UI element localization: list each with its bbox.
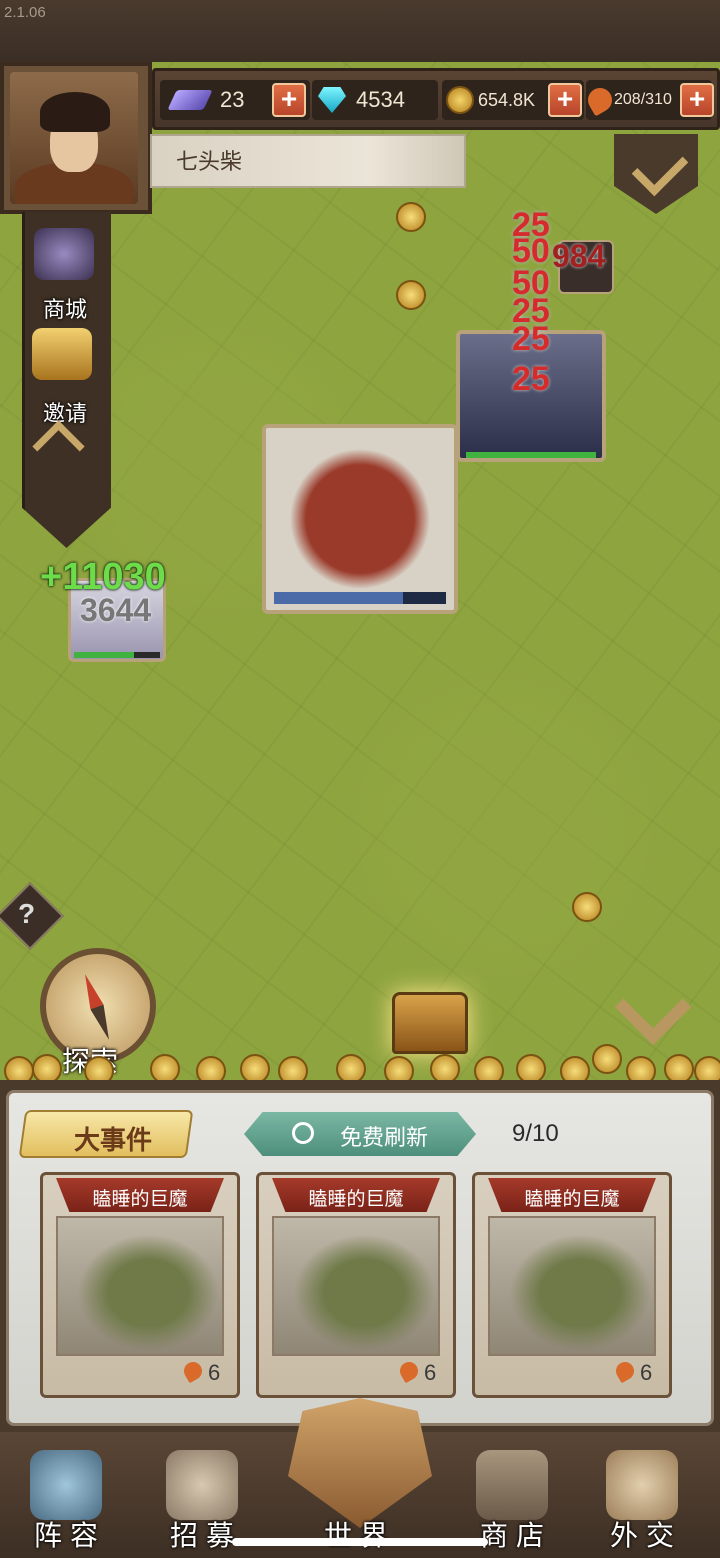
helmet-icon[interactable]: [30, 1450, 102, 1520]
crystal-value: 23: [220, 87, 245, 112]
diamond-icon: [318, 87, 346, 113]
event-card-title: 瞌睡的巨魔: [524, 1189, 620, 1210]
diamond-counter: 4534: [312, 80, 438, 120]
troll-image: [488, 1216, 656, 1356]
event-card-cost: 6: [208, 1360, 221, 1385]
troll-image: [56, 1216, 224, 1356]
free-refresh-label[interactable]: 免费刷新: [340, 1120, 428, 1152]
add-crystal-button[interactable]: +: [272, 83, 306, 117]
side-item-invite-label[interactable]: 邀请: [22, 396, 108, 428]
question-icon: ?: [18, 898, 36, 929]
version-label: 2.1.06: [4, 4, 46, 21]
side-item-shop-label[interactable]: 商城: [22, 292, 108, 324]
event-card-cost: 6: [424, 1360, 437, 1385]
treasure-chest-icon[interactable]: [32, 328, 92, 380]
troll-image: [272, 1216, 440, 1356]
diamond-value: 4534: [356, 87, 405, 112]
enemy-hp-bar: [466, 452, 596, 458]
event-card-cost: 6: [640, 1360, 653, 1385]
event-card-title: 瞌睡的巨魔: [308, 1189, 404, 1210]
crystal-icon: [167, 90, 213, 110]
nav-lineup[interactable]: 阵容: [10, 1514, 130, 1554]
boss-serpent[interactable]: [262, 424, 458, 614]
nav-world[interactable]: 世界: [300, 1514, 420, 1554]
bell-icon[interactable]: [166, 1450, 238, 1520]
home-indicator[interactable]: [232, 1538, 488, 1546]
damage-number: 25: [512, 360, 550, 398]
refresh-icon: [292, 1122, 314, 1144]
nav-store[interactable]: 商店: [456, 1514, 576, 1554]
drumstick-icon: [583, 83, 617, 117]
gold-value: 654.8K: [478, 89, 536, 110]
location-name: 七头柴: [176, 149, 243, 174]
collapse-bottom-button[interactable]: [596, 968, 700, 1052]
enemy-number: 984: [552, 238, 606, 274]
player-number: 3644: [80, 592, 152, 628]
nav-diplomacy[interactable]: 外交: [586, 1514, 706, 1554]
crates-icon[interactable]: [476, 1450, 548, 1520]
chevron-down-icon: [631, 139, 689, 197]
add-food-button[interactable]: +: [680, 83, 714, 117]
status-bar: [0, 0, 720, 62]
food-value: 208/310: [614, 91, 672, 108]
handshake-icon[interactable]: [606, 1450, 678, 1520]
coin-pickup[interactable]: [396, 280, 426, 310]
event-tab-label[interactable]: 大事件: [74, 1120, 152, 1157]
avatar-hair: [40, 92, 110, 132]
coin-pickup[interactable]: [396, 202, 426, 232]
treasure-chest-icon[interactable]: [392, 992, 468, 1054]
pouch-icon[interactable]: [34, 228, 94, 280]
boss-hp-bar: [274, 592, 446, 604]
event-card-title: 瞌睡的巨魔: [92, 1189, 188, 1210]
player-avatar[interactable]: [10, 72, 138, 204]
event-counter: 9/10: [512, 1120, 559, 1147]
coin-pickup[interactable]: [572, 892, 602, 922]
nav-recruit[interactable]: 招募: [146, 1514, 266, 1554]
gold-coin-icon: [446, 86, 474, 114]
add-gold-button[interactable]: +: [548, 83, 582, 117]
damage-number: 25: [512, 320, 550, 358]
player-hp-bar: [74, 652, 160, 658]
